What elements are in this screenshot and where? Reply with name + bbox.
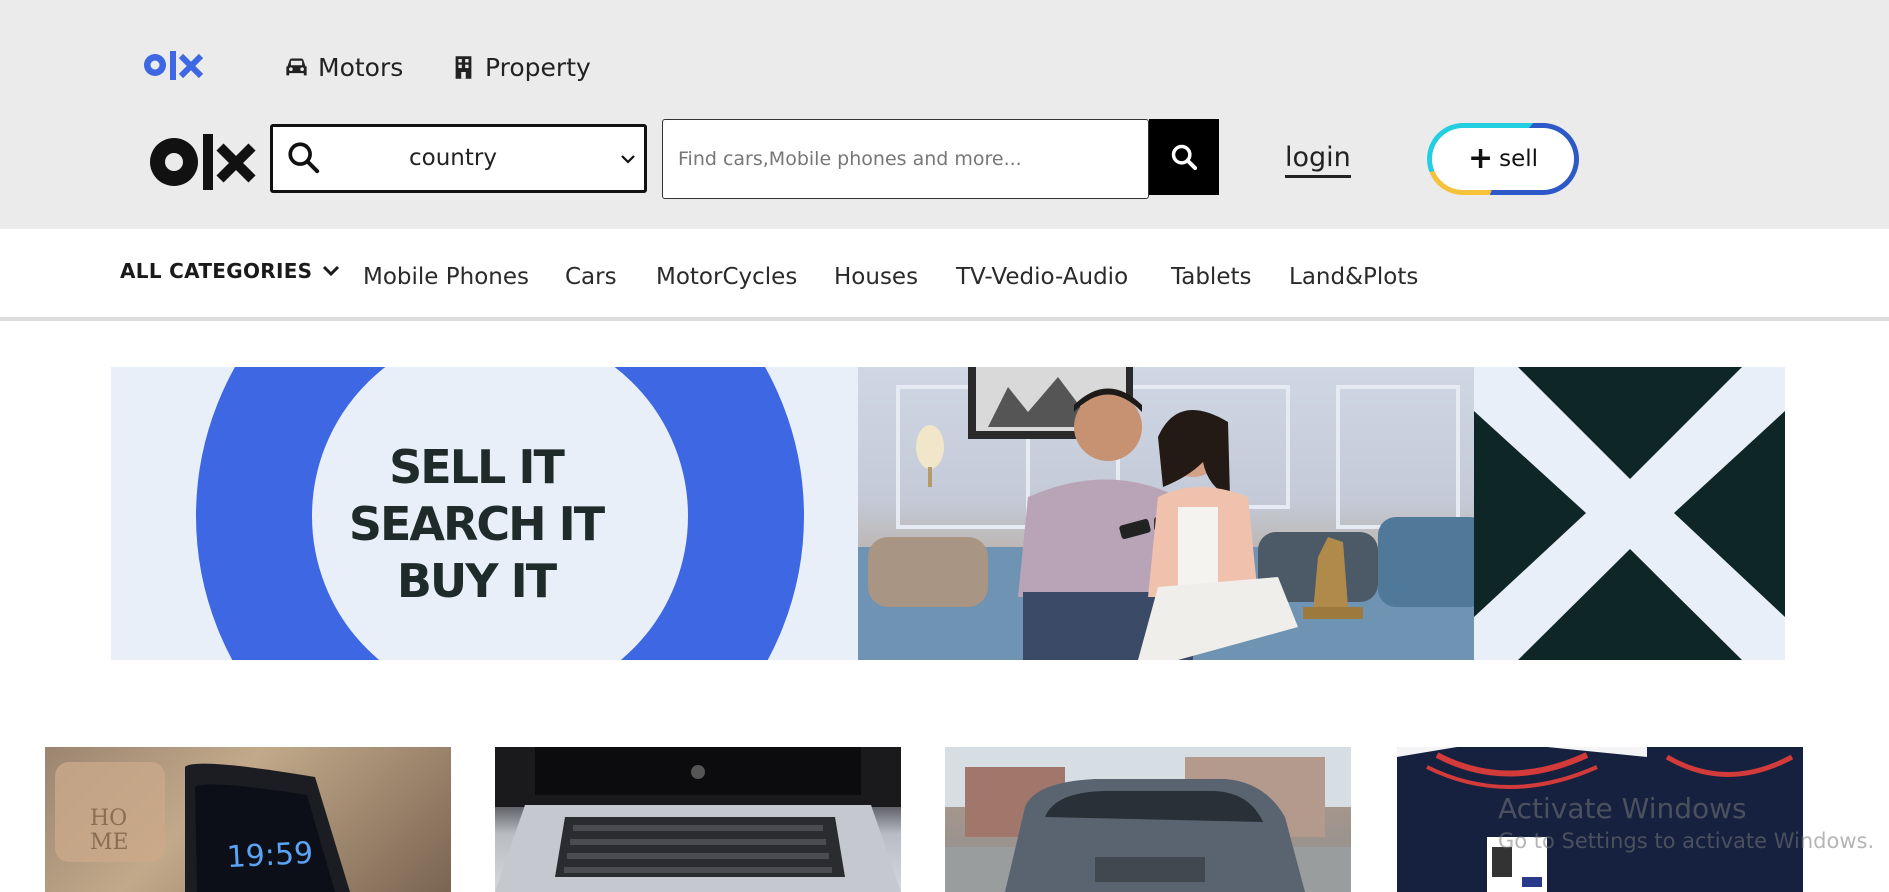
car-photo (945, 747, 1351, 892)
categories-bar: ALL CATEGORIES Mobile Phones Cars MotorC… (0, 229, 1889, 321)
nav-link-label: Property (485, 52, 591, 82)
search-icon (288, 142, 320, 174)
chevron-down-icon (621, 155, 635, 164)
svg-text:HO: HO (90, 806, 127, 831)
sell-button-label: sell (1499, 146, 1539, 172)
olx-logo-small[interactable] (143, 48, 205, 82)
category-tablets[interactable]: Tablets (1171, 264, 1251, 290)
sell-button[interactable]: + sell (1427, 123, 1579, 195)
car-icon (286, 58, 307, 75)
all-categories-label: ALL CATEGORIES (120, 259, 313, 283)
banner-slogan: SELL IT SEARCH IT BUY IT (311, 439, 641, 610)
search-button[interactable] (1149, 119, 1219, 195)
search-input[interactable] (663, 120, 1148, 198)
country-select-value: country (409, 145, 497, 171)
banner-slogan-panel: SELL IT SEARCH IT BUY IT (111, 367, 858, 660)
category-cars[interactable]: Cars (565, 264, 617, 290)
building-icon (455, 55, 472, 79)
top-header: Motors Property country Find cars,Mobile… (0, 0, 1889, 229)
sell-button-inner: + sell (1432, 128, 1574, 190)
banner-line: SEARCH IT (348, 497, 605, 551)
plus-icon: + (1467, 141, 1494, 176)
category-tv-video-audio[interactable]: TV-Vedio-Audio (956, 264, 1128, 290)
olx-x-mark (1474, 367, 1785, 660)
banner-line: SELL IT (389, 440, 565, 494)
login-link[interactable]: login (1285, 143, 1351, 178)
listing-card-shirt[interactable] (1397, 747, 1803, 892)
olx-logo[interactable] (148, 134, 258, 190)
svg-text:ME: ME (90, 830, 129, 855)
laptop-photo (495, 747, 901, 892)
phone-photo: HO ME 19:59 (55, 762, 350, 892)
search-icon (1171, 144, 1198, 171)
nav-link-label: Motors (318, 52, 404, 82)
phone-clock-text: 19:59 (226, 836, 314, 875)
promo-banner[interactable]: SELL IT SEARCH IT BUY IT (111, 367, 1785, 660)
listing-card-phone[interactable]: HO ME 19:59 (45, 747, 451, 892)
listing-card-car[interactable] (945, 747, 1351, 892)
nav-link-property[interactable]: Property (450, 48, 591, 86)
shirt-photo (1397, 747, 1803, 892)
category-mobile-phones[interactable]: Mobile Phones (363, 264, 529, 290)
country-select[interactable]: country (270, 124, 647, 193)
banner-x-panel (1474, 367, 1785, 660)
banner-line: BUY IT (396, 554, 557, 608)
category-land-plots[interactable]: Land&Plots (1289, 264, 1418, 290)
nav-link-motors[interactable]: Motors (283, 48, 403, 86)
category-motorcycles[interactable]: MotorCycles (656, 264, 797, 290)
search-field[interactable] (662, 119, 1149, 199)
category-houses[interactable]: Houses (834, 264, 918, 290)
all-categories-dropdown[interactable]: ALL CATEGORIES (120, 259, 340, 283)
chevron-down-icon (323, 265, 340, 277)
listing-card-laptop[interactable] (495, 747, 901, 892)
